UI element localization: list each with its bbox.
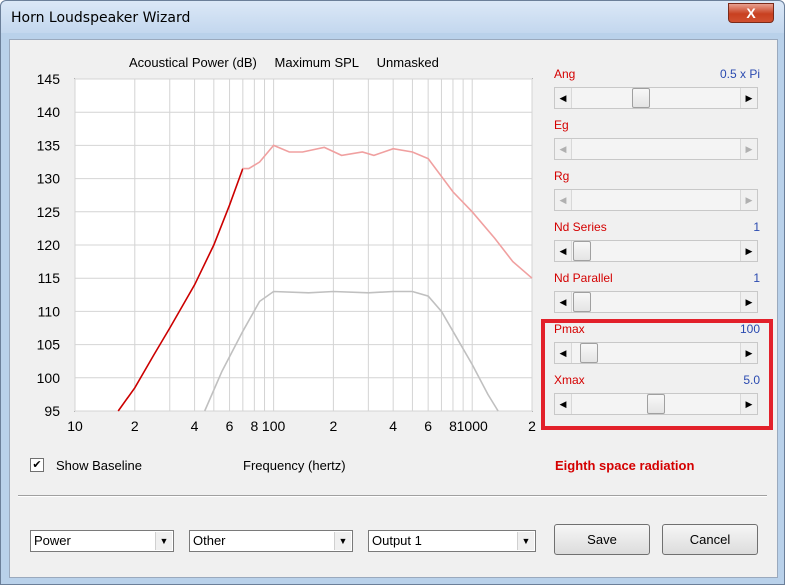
scroll-thumb[interactable] [573, 292, 591, 312]
x-tick-label: 8 [250, 418, 258, 434]
slider-value: 1 [753, 220, 760, 234]
y-tick-label: 115 [38, 270, 61, 286]
slider-label: Ang [554, 67, 576, 81]
scroll-thumb[interactable] [573, 241, 591, 261]
scroll-thumb[interactable] [632, 88, 651, 108]
x-axis-ticks: 10 2 4 6 8 100 2 4 6 8 1000 2 [67, 418, 536, 434]
check-icon: ✔ [32, 459, 42, 471]
scroll-right-icon: ▶ [740, 139, 757, 159]
slider-value: 0.5 x Pi [719, 67, 760, 81]
slider-rg: Rg ◀ ▶ [554, 169, 760, 217]
close-button[interactable]: X [728, 3, 774, 23]
slider-ang: Ang 0.5 x Pi ◀ ▶ [554, 67, 760, 115]
radiation-mode-label: Eighth space radiation [555, 458, 695, 473]
y-tick-label: 130 [37, 171, 61, 187]
scrollbar[interactable]: ◀ ▶ [554, 87, 758, 109]
scroll-left-icon[interactable]: ◀ [555, 241, 572, 261]
scroll-right-icon[interactable]: ▶ [740, 88, 757, 108]
x-tick-label: 10 [67, 418, 83, 434]
quantity-select[interactable]: Power ▼ [30, 530, 174, 552]
mode-select-value: Other [193, 533, 226, 548]
slider-label: Rg [554, 169, 570, 183]
slider-nd-parallel: Nd Parallel 1 ◀ ▶ [554, 271, 760, 319]
chevron-down-icon[interactable]: ▼ [517, 532, 534, 550]
scrollbar: ◀ ▶ [554, 138, 758, 160]
slider-nd-series: Nd Series 1 ◀ ▶ [554, 220, 760, 268]
slider-eg: Eg ◀ ▶ [554, 118, 760, 166]
y-tick-label: 120 [37, 237, 61, 253]
x-tick-label: 100 [262, 418, 286, 434]
scroll-right-icon[interactable]: ▶ [740, 241, 757, 261]
divider [18, 495, 767, 497]
dialog-body: Acoustical Power (dB) Maximum SPL Unmask… [9, 39, 778, 578]
x-tick-label: 2 [528, 418, 536, 434]
save-button[interactable]: Save [554, 524, 650, 555]
y-tick-label: 125 [37, 204, 61, 220]
scrollbar[interactable]: ◀ ▶ [554, 291, 758, 313]
x-tick-label: 1000 [457, 418, 488, 434]
chevron-down-icon[interactable]: ▼ [155, 532, 172, 550]
y-tick-label: 145 [37, 71, 61, 87]
x-tick-label: 2 [131, 418, 139, 434]
horn-loudspeaker-wizard-window: Horn Loudspeaker Wizard X Acoustical Pow… [0, 0, 785, 585]
quantity-select-value: Power [34, 533, 71, 548]
show-baseline-label[interactable]: Show Baseline [56, 458, 142, 473]
scrollbar: ◀ ▶ [554, 189, 758, 211]
slider-label: Nd Series [554, 220, 607, 234]
scroll-left-icon[interactable]: ◀ [555, 292, 572, 312]
scroll-left-icon[interactable]: ◀ [555, 88, 572, 108]
y-tick-label: 110 [38, 303, 61, 319]
slider-label: Nd Parallel [554, 271, 613, 285]
x-tick-label: 4 [191, 418, 199, 434]
y-tick-label: 135 [37, 137, 61, 153]
x-tick-label: 6 [226, 418, 234, 434]
title-bar[interactable]: Horn Loudspeaker Wizard X [1, 1, 784, 33]
y-tick-label: 105 [37, 337, 61, 353]
slider-label: Eg [554, 118, 569, 132]
scroll-right-icon: ▶ [740, 190, 757, 210]
cancel-button[interactable]: Cancel [662, 524, 758, 555]
spl-chart: 95100105110115120125130135140145 10 2 4 6 8 1… [37, 71, 536, 434]
x-tick-label: 6 [424, 418, 432, 434]
scroll-left-icon: ◀ [555, 139, 572, 159]
scroll-right-icon[interactable]: ▶ [740, 292, 757, 312]
output-select-value: Output 1 [372, 533, 422, 548]
x-axis-title: Frequency (hertz) [243, 458, 346, 473]
y-tick-label: 140 [37, 104, 61, 120]
show-baseline-checkbox[interactable]: ✔ [30, 458, 44, 472]
scroll-left-icon: ◀ [555, 190, 572, 210]
x-tick-label: 4 [389, 418, 397, 434]
output-select[interactable]: Output 1 ▼ [368, 530, 536, 552]
chevron-down-icon[interactable]: ▼ [334, 532, 351, 550]
highlight-box [541, 319, 773, 430]
x-tick-label: 2 [329, 418, 337, 434]
y-tick-label: 100 [37, 370, 61, 386]
y-tick-label: 95 [44, 403, 60, 419]
scrollbar[interactable]: ◀ ▶ [554, 240, 758, 262]
mode-select[interactable]: Other ▼ [189, 530, 353, 552]
slider-value: 1 [753, 271, 760, 285]
window-title: Horn Loudspeaker Wizard [11, 10, 191, 26]
close-icon: X [746, 5, 756, 21]
y-axis-ticks: 95 100 105 110 115 120 125 130 135 140 145 [37, 71, 61, 419]
